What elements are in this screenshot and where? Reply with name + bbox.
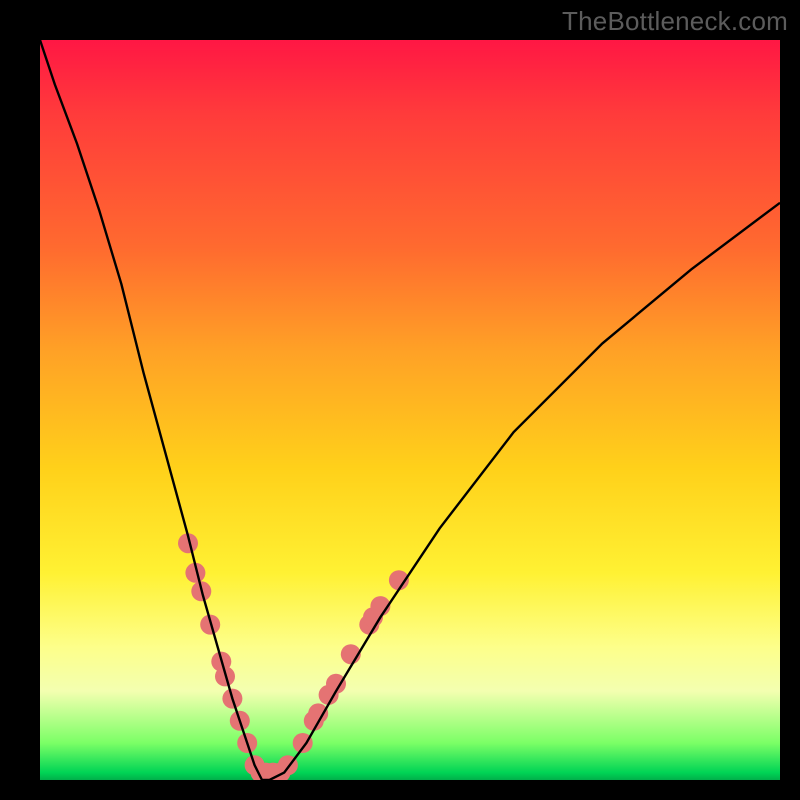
plot-area xyxy=(40,40,780,780)
watermark-text: TheBottleneck.com xyxy=(562,6,788,37)
bottleneck-curve xyxy=(40,40,780,780)
marker-group xyxy=(178,533,409,780)
curve-svg xyxy=(40,40,780,780)
chart-frame: TheBottleneck.com xyxy=(0,0,800,800)
